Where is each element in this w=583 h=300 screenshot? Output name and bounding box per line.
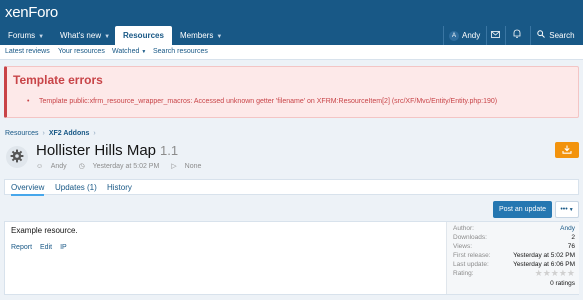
page-title: Hollister Hills Map 1.1 bbox=[36, 142, 179, 159]
post-update-button[interactable]: Post an update bbox=[493, 201, 552, 218]
user-name: Andy bbox=[462, 31, 481, 40]
nav-divider bbox=[486, 26, 487, 45]
resource-info-sidebar: Author: Andy Downloads: 2 Views: 76 First r… bbox=[446, 222, 579, 294]
ip-link[interactable]: IP bbox=[60, 244, 67, 251]
breadcrumb: Resources › XF2 Addons › bbox=[5, 130, 100, 137]
resource-version: 1.1 bbox=[160, 143, 179, 158]
clock-icon: ◷ bbox=[78, 163, 85, 170]
search-label: Search bbox=[549, 31, 575, 40]
search-button[interactable]: Search bbox=[537, 26, 575, 45]
info-ratings-count: 0 ratings bbox=[550, 280, 575, 287]
errors-title: Template errors bbox=[13, 73, 103, 87]
info-rating: Rating: ★★★★★ bbox=[453, 268, 575, 278]
nav-divider bbox=[530, 26, 531, 45]
resource-tabs: Overview Updates (1) History bbox=[4, 179, 579, 196]
nav-members[interactable]: Members ▼ bbox=[180, 26, 222, 45]
resource-content: Example resource. Report Edit IP Author: An… bbox=[4, 221, 579, 295]
resource-description: Example resource. bbox=[11, 226, 78, 235]
date-meta[interactable]: ◷ Yesterday at 5:02 PM bbox=[79, 163, 166, 170]
chevron-right-icon: › bbox=[42, 130, 45, 137]
resource-meta: ☺ Andy ◷ Yesterday at 5:02 PM ▷ None bbox=[36, 162, 213, 170]
site-logo[interactable]: xenForo bbox=[5, 4, 58, 21]
breadcrumb-resources[interactable]: Resources bbox=[5, 130, 38, 137]
subnav-search-resources[interactable]: Search resources bbox=[153, 48, 208, 55]
tab-updates[interactable]: Updates (1) bbox=[55, 183, 97, 192]
error-message: Template public:xfrm_resource_wrapper_ma… bbox=[39, 98, 498, 105]
author-link[interactable]: Andy bbox=[560, 225, 575, 232]
nav-whats-new[interactable]: What's new ▼ bbox=[60, 26, 110, 45]
tab-history[interactable]: History bbox=[107, 183, 132, 192]
resource-icon bbox=[6, 146, 28, 168]
post-actions: Report Edit IP bbox=[11, 244, 75, 251]
search-icon bbox=[537, 30, 545, 40]
template-errors: Template errors • Template public:xfrm_r… bbox=[4, 66, 579, 118]
info-first-release: First release: Yesterday at 5:02 PM bbox=[453, 252, 575, 259]
author-meta[interactable]: ☺ Andy bbox=[36, 163, 73, 170]
main-nav: Forums ▼ What's new ▼ Resources Members ▼ A… bbox=[0, 26, 583, 45]
subnav-latest-reviews[interactable]: Latest reviews bbox=[5, 48, 50, 55]
tags-meta[interactable]: ▷ None bbox=[171, 163, 207, 170]
info-views: Views: 76 bbox=[453, 243, 575, 250]
info-downloads: Downloads: 2 bbox=[453, 234, 575, 241]
info-author: Author: Andy bbox=[453, 225, 575, 232]
bell-icon[interactable] bbox=[513, 26, 521, 45]
nav-forums[interactable]: Forums ▼ bbox=[8, 26, 44, 45]
nav-divider bbox=[505, 26, 506, 45]
sub-nav: Latest reviews Your resources Watched ▼ S… bbox=[0, 45, 583, 60]
user-menu[interactable]: A Andy bbox=[449, 26, 480, 45]
edit-link[interactable]: Edit bbox=[40, 244, 52, 251]
rating-stars: ★★★★★ bbox=[534, 268, 575, 278]
report-link[interactable]: Report bbox=[11, 244, 32, 251]
more-options-button[interactable]: •••▼ bbox=[555, 201, 579, 218]
tag-icon: ▷ bbox=[171, 163, 177, 170]
inbox-icon[interactable] bbox=[491, 26, 500, 45]
download-icon bbox=[562, 145, 572, 156]
subnav-watched[interactable]: Watched ▼ bbox=[112, 48, 146, 55]
avatar: A bbox=[449, 30, 459, 41]
chevron-right-icon: › bbox=[93, 130, 96, 137]
user-icon: ☺ bbox=[36, 163, 44, 170]
subnav-your-resources[interactable]: Your resources bbox=[58, 48, 105, 55]
gear-icon bbox=[10, 149, 24, 165]
download-button[interactable] bbox=[555, 142, 579, 158]
nav-divider bbox=[443, 26, 444, 45]
nav-resources[interactable]: Resources bbox=[115, 26, 172, 45]
tab-overview[interactable]: Overview bbox=[11, 183, 45, 196]
breadcrumb-xf2-addons[interactable]: XF2 Addons bbox=[49, 130, 90, 137]
site-header: xenForo bbox=[0, 0, 583, 26]
error-bullet: • bbox=[27, 98, 30, 105]
